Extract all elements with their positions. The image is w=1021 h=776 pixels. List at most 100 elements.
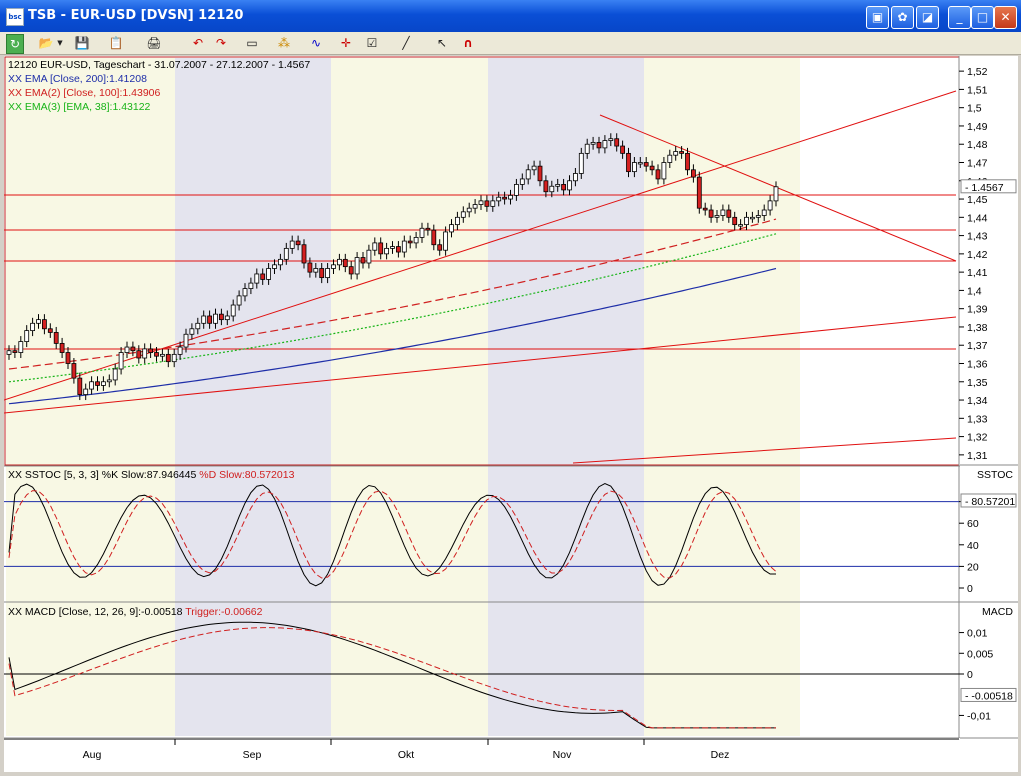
price-tick-label: 1,33 [967,413,988,425]
candle-body [449,224,454,233]
month-label: Nov [553,749,572,761]
indicator-icon[interactable]: ⁂ [276,34,292,52]
candle-body [761,209,767,216]
redo-icon[interactable]: ↷ [213,34,229,52]
candle-body [590,142,596,145]
candle-body [183,333,189,348]
chevron-down-icon[interactable]: ▼ [56,34,64,52]
candle-body [531,165,537,171]
candle-body [667,154,673,163]
cursor-icon[interactable]: ↖ [434,34,450,52]
line-chart-icon[interactable]: ∿ [308,34,324,52]
price-tick-label: 1,42 [967,249,988,261]
candle-body [118,352,124,370]
chart-svg[interactable]: 1,521,511,51,491,481,471,461,451,441,431… [4,56,1018,772]
magnet-icon[interactable]: ∩ [460,34,476,52]
candle-body [30,322,36,332]
properties-icon[interactable]: ☑ [364,34,380,52]
candle-body [502,196,508,200]
window-layout-icon[interactable]: ▭ [244,34,260,52]
open-folder-icon[interactable]: 📂 [38,34,54,52]
candle-body [460,211,466,218]
candle-body [649,165,655,171]
candle-body [42,319,47,330]
candle-body [561,184,566,191]
settings-icon[interactable]: ✿ [891,6,914,29]
draw-line-icon[interactable]: ╱ [398,34,414,52]
series-title: 12120 EUR-USD, Tageschart - 31.07.2007 -… [8,59,311,71]
price-tick-label: 1,47 [967,158,988,170]
undo-icon[interactable]: ↶ [190,34,206,52]
crosshair-icon[interactable]: ✛ [338,34,354,52]
stoch-legend: XX SSTOC [5, 3, 3] %K Slow:87.946445 %D … [8,469,294,481]
candle-body [632,162,637,173]
restore-layout-icon[interactable]: ◪ [916,6,939,29]
stoch-tick-label: 40 [967,540,979,552]
refresh-icon[interactable]: ↻ [6,34,24,54]
price-tick-label: 1,41 [967,267,988,279]
candle-body [148,348,154,353]
candle-body [248,282,254,289]
candle-body [336,258,342,266]
candle-body [478,200,484,205]
app-icon: bsc [6,8,24,26]
candle-body [201,315,207,324]
candle-body [744,216,749,226]
candle-body [773,186,779,202]
candle-body [567,180,572,191]
candle-body [702,207,708,211]
macd-label: XX MACD [Close, 12, 26, 9]:-0.00518 [8,606,183,618]
stoch-tick-label: 0 [967,583,973,595]
candle-body [165,353,171,363]
toolbar-toggle-icon[interactable]: ▣ [866,6,889,29]
price-tick-label: 1,43 [967,231,988,243]
candle-body [413,237,419,244]
candle-body [484,200,490,207]
candle-body [89,381,94,390]
candle-body [71,363,77,379]
candle-body [466,207,472,213]
candle-body [372,242,378,251]
candle-body [738,224,743,227]
price-tick-label: 1,36 [967,359,988,371]
candle-body [643,162,649,167]
price-tick-label: 1,51 [967,84,988,96]
print-icon[interactable]: 🖨 [146,34,162,52]
candle-body [77,377,83,395]
candle-body [331,264,336,269]
chart-area[interactable]: 1,521,511,51,491,481,471,461,451,441,431… [4,56,1018,772]
candle-body [159,353,165,357]
stoch-d-label: %D Slow:80.572013 [199,469,295,481]
candle-body [726,209,732,218]
ema200-legend: XX EMA [Close, 200]:1.41208 [8,73,147,85]
trigger-label: Trigger:-0.00662 [185,606,263,618]
candle-body [390,246,395,249]
candle-body [513,184,519,196]
candle-body [626,152,631,173]
current-price-label: - 1.4567 [965,182,1004,194]
toolbar: ↻ 📂 ▼ 💾 📋 🖨 ↶ ↷ ▭ ⁂ ∿ ✛ ☑ ╱ ↖ ∩ [0,32,1021,55]
candle-body [614,138,620,147]
candle-body [266,268,272,280]
price-tick-label: 1,32 [967,432,988,444]
copy-icon[interactable]: 📋 [108,34,124,52]
macd-tick-label: 0,005 [967,648,993,660]
candle-body [620,145,625,154]
candle-body [425,227,431,231]
candle-body [195,322,201,330]
candle-body [6,350,12,355]
candle-body [53,332,59,344]
candle-body [767,200,773,211]
candle-body [490,200,496,207]
candle-body [637,162,643,165]
maximize-button[interactable]: □ [971,6,994,29]
candle-body [106,379,112,383]
save-icon[interactable]: 💾 [74,34,90,52]
minimize-button[interactable]: _ [948,6,971,29]
price-tick-label: 1,38 [967,322,988,334]
candle-body [395,246,401,253]
candle-body [236,295,242,306]
stoch-current-label: - 80.57201 [965,496,1015,508]
close-button[interactable]: ✕ [994,6,1017,29]
macd-legend: XX MACD [Close, 12, 26, 9]:-0.00518 Trig… [8,606,263,618]
